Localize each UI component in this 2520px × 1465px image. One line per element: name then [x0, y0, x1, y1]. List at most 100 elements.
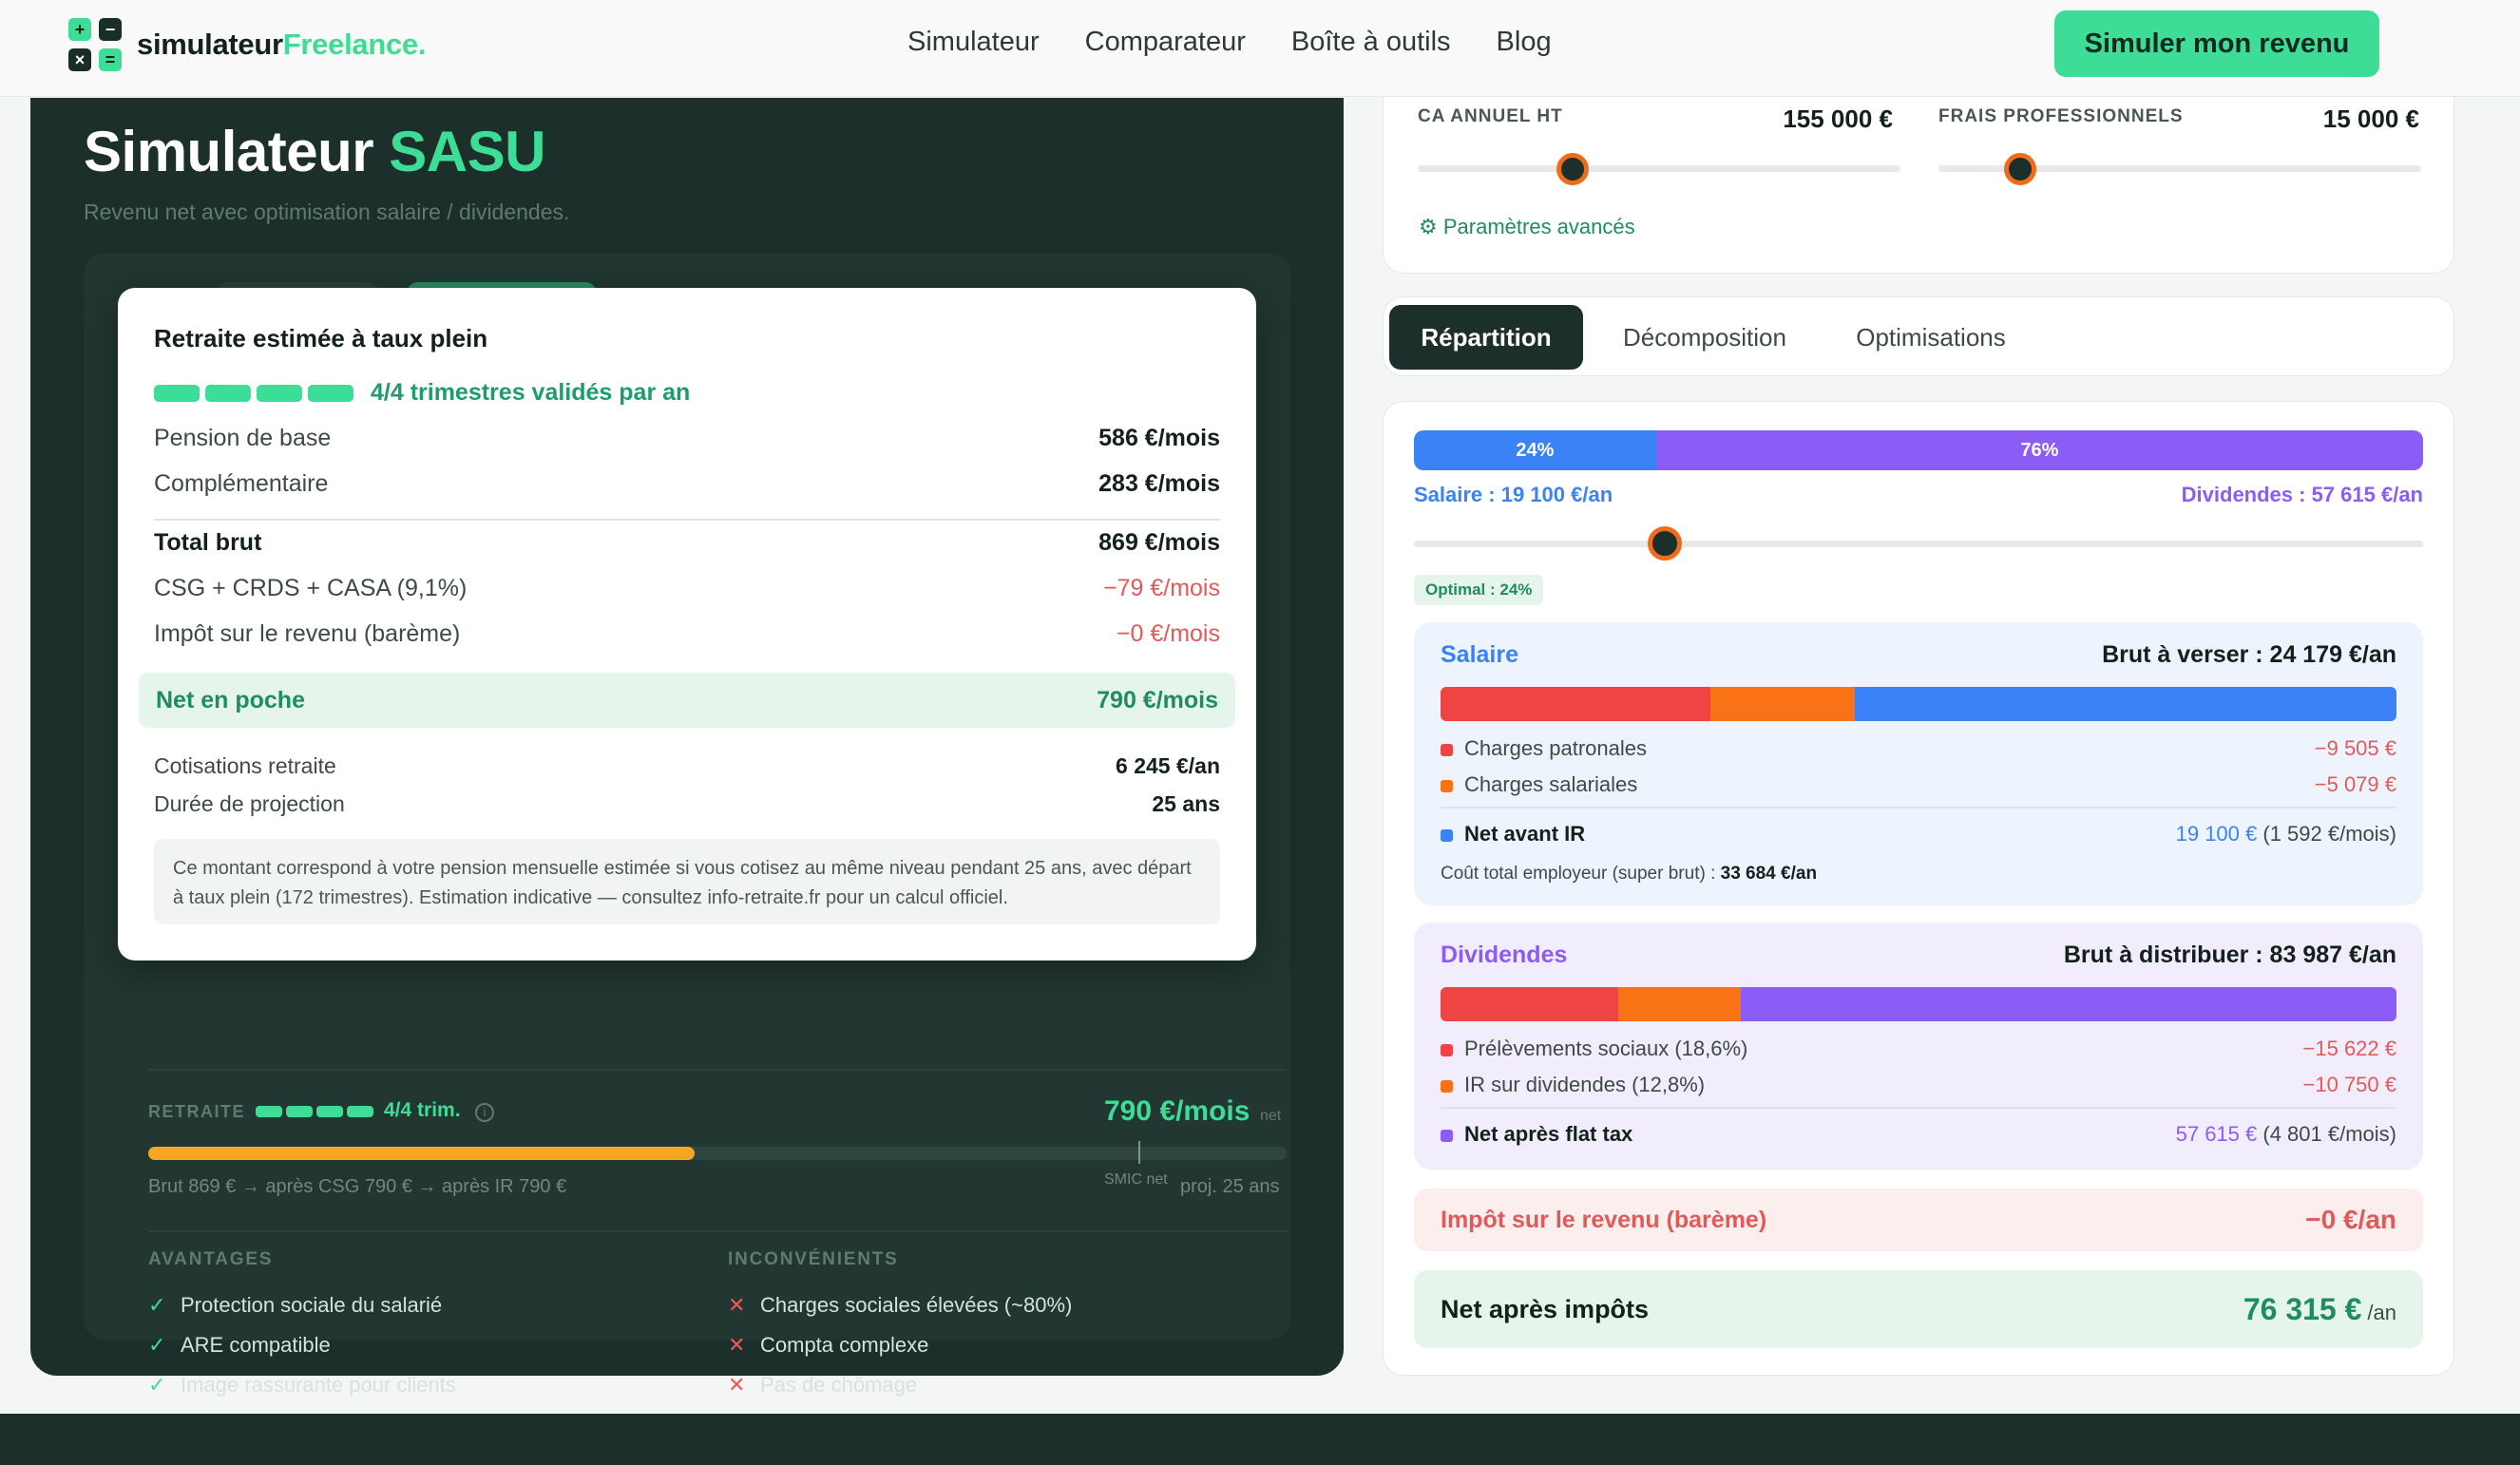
net-avant-ir-row: Net avant IR 19 100 € (1 592 €/mois)	[1441, 822, 2396, 847]
popover-title: Retraite estimée à taux plein	[154, 324, 488, 352]
dividendes-title: Dividendes	[1441, 942, 1568, 968]
smic-label: SMIC net	[1104, 1171, 1168, 1188]
dividendes-card: Dividendes Brut à distribuer : 83 987 €/…	[1414, 923, 2423, 1170]
avantages-list: ✓ Protection sociale du salarié ✓ ARE comp…	[148, 1285, 456, 1405]
cross-icon: ✕	[728, 1373, 746, 1397]
divider	[154, 519, 1220, 521]
net-apres-impots-row: Net après impôts 76 315 €/an	[1414, 1270, 2423, 1348]
salaire-stack-bar	[1441, 687, 2396, 721]
nav-link-comparateur[interactable]: Comparateur	[1085, 27, 1246, 58]
split-slider-handle[interactable]	[1648, 526, 1682, 561]
page-subtitle: Revenu net avec optimisation salaire / d…	[84, 200, 570, 224]
retraite-label: RETRAITE	[148, 1102, 245, 1121]
dividendes-brut: Brut à distribuer : 83 987 €/an	[2063, 942, 2396, 968]
ca-slider-handle[interactable]	[1556, 153, 1589, 185]
ir-dividendes-row: IR sur dividendes (12,8%) −10 750 €	[1441, 1073, 2396, 1097]
frais-label: FRAIS PROFESSIONNELS	[1938, 106, 2184, 126]
net-apres-impots-value: 76 315 €	[2243, 1291, 2362, 1326]
divider	[1441, 807, 2396, 809]
frais-slider-handle[interactable]	[2004, 153, 2037, 185]
repartition-panel: 24% 76% Salaire : 19 100 €/an Dividendes…	[1383, 401, 2454, 1376]
check-icon: ✓	[148, 1293, 166, 1317]
retraite-progress-fill	[148, 1147, 696, 1160]
nav-link-blog[interactable]: Blog	[1497, 27, 1552, 58]
dividendes-bar-segment-2	[1740, 987, 2396, 1021]
ca-label: CA ANNUEL HT	[1418, 106, 1563, 126]
main-nav: Simulateur Comparateur Boîte à outils Bl…	[907, 27, 1597, 58]
logo[interactable]: + − × = simulateurFreelance.	[68, 18, 426, 71]
frais-value: 15 000 €	[2322, 105, 2419, 133]
cross-icon: ✕	[728, 1333, 746, 1357]
salaire-card: Salaire Brut à verser : 24 179 €/an Char…	[1414, 622, 2423, 905]
csg-row: CSG + CRDS + CASA (9,1%) −79 €/mois	[154, 575, 1220, 601]
dividendes-bar-segment-0	[1441, 987, 1619, 1021]
split-dividendes-segment: 76%	[1655, 430, 2423, 470]
results-tabs: Répartition Décomposition Optimisations	[1383, 296, 2454, 376]
dividendes-split-label: Dividendes : 57 615 €/an	[2181, 483, 2423, 506]
nav-link-boite-a-outils[interactable]: Boîte à outils	[1291, 27, 1451, 58]
charges-patronales-row: Charges patronales −9 505 €	[1441, 736, 2396, 761]
logo-text: simulateurFreelance.	[137, 28, 427, 61]
net-apres-flat-tax-row: Net après flat tax 57 615 € (4 801 €/mois…	[1441, 1122, 2396, 1147]
list-item: ✕ Compta complexe	[728, 1333, 929, 1357]
impot-row: Impôt sur le revenu (barème) −0 €/mois	[154, 620, 1220, 647]
list-item: ✕ Charges sociales élevées (~80%)	[728, 1293, 1073, 1317]
split-salaire-segment: 24%	[1414, 430, 1656, 470]
retraite-detail: Brut 869 € → après CSG 790 € → après IR …	[148, 1176, 567, 1197]
logo-icon: + − × =	[68, 18, 122, 71]
list-item: ✓ Image rassurante pour clients	[148, 1373, 456, 1397]
complementaire-row: Complémentaire 283 €/mois	[154, 470, 1220, 497]
retraite-popover: Retraite estimée à taux plein 4/4 trimes…	[118, 288, 1256, 961]
total-brut-row: Total brut 869 €/mois	[154, 529, 1220, 556]
salaire-bar-segment-2	[1854, 687, 2396, 721]
salaire-bar-segment-0	[1441, 687, 1710, 721]
trimestres-label: 4/4 trimestres validés par an	[371, 379, 691, 406]
dividendes-stack-bar	[1441, 987, 2396, 1021]
inconvenients-heading: INCONVÉNIENTS	[728, 1249, 899, 1269]
ca-value: 155 000 €	[1783, 105, 1893, 133]
split-bar: 24% 76%	[1414, 430, 2423, 470]
check-icon: ✓	[148, 1373, 166, 1397]
ca-slider-track[interactable]	[1418, 165, 1900, 172]
salaire-brut: Brut à verser : 24 179 €/an	[2102, 641, 2396, 668]
retraite-amount: 790 €/mois	[1104, 1095, 1250, 1127]
divider	[1441, 1107, 2396, 1109]
nav-link-simulateur[interactable]: Simulateur	[907, 27, 1040, 58]
simulate-revenue-button[interactable]: Simuler mon revenu	[2054, 10, 2379, 77]
gear-icon: ⚙	[1419, 215, 1438, 238]
salaire-split-label: Salaire : 19 100 €/an	[1414, 483, 1613, 506]
smic-marker	[1138, 1141, 1141, 1164]
retraite-net-suffix: net	[1260, 1108, 1282, 1124]
info-icon[interactable]: i	[475, 1103, 494, 1122]
tab-repartition[interactable]: Répartition	[1389, 305, 1583, 370]
trimestres-indicator	[256, 1106, 377, 1117]
retraite-progress-bar	[148, 1147, 1287, 1160]
divider	[148, 1230, 1287, 1232]
list-item: ✕ Pas de chômage	[728, 1373, 918, 1397]
retraite-trim: 4/4 trim.	[384, 1099, 461, 1121]
dividendes-bar-segment-1	[1618, 987, 1741, 1021]
salaire-bar-segment-1	[1709, 687, 1855, 721]
cotisations-row: Cotisations retraite 6 245 €/an	[154, 753, 1220, 778]
trimestres-row: 4/4 trimestres validés par an	[154, 379, 690, 407]
page-title: Simulateur SASU	[84, 120, 545, 183]
impot-revenu-row: Impôt sur le revenu (barème) −0 €/an	[1414, 1189, 2423, 1251]
optimal-badge: Optimal : 24%	[1414, 575, 1544, 605]
inconvenients-list: ✕ Charges sociales élevées (~80%) ✕ Compta…	[728, 1285, 1072, 1405]
footer-band	[0, 1414, 2520, 1465]
duree-row: Durée de projection 25 ans	[154, 791, 1220, 816]
split-slider-track[interactable]	[1414, 541, 2423, 547]
prelevements-sociaux-row: Prélèvements sociaux (18,6%) −15 622 €	[1441, 1037, 2396, 1061]
tab-decomposition[interactable]: Décomposition	[1600, 305, 1809, 370]
avantages-heading: AVANTAGES	[148, 1249, 274, 1269]
divider	[148, 1069, 1287, 1071]
estimation-note: Ce montant correspond à votre pension me…	[154, 839, 1220, 924]
net-en-poche-row: Net en poche 790 €/mois	[139, 673, 1235, 728]
advanced-settings-link[interactable]: ⚙ Paramètres avancés	[1419, 215, 1635, 239]
list-item: ✓ Protection sociale du salarié	[148, 1293, 443, 1317]
cout-employeur: Coût total employeur (super brut) : 33 6…	[1441, 864, 1818, 884]
retraite-projection: proj. 25 ans	[1180, 1176, 1280, 1197]
tab-optimisations[interactable]: Optimisations	[1826, 305, 2035, 370]
salaire-title: Salaire	[1441, 641, 1519, 668]
charges-salariales-row: Charges salariales −5 079 €	[1441, 772, 2396, 797]
